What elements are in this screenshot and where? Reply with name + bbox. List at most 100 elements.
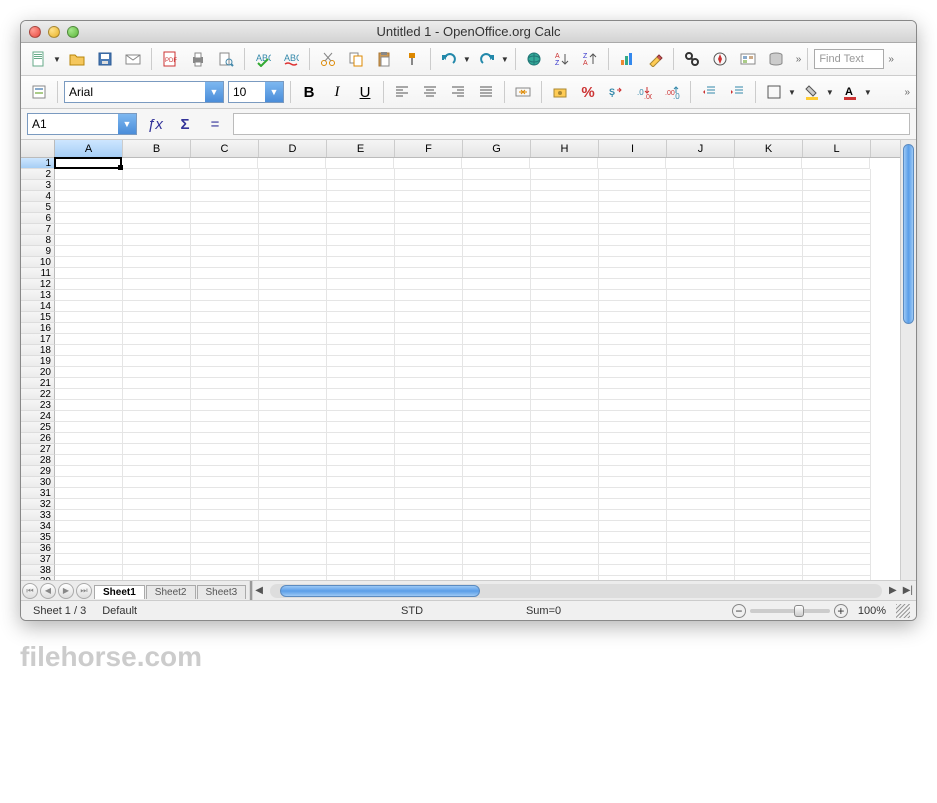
align-right-button[interactable]: [446, 80, 470, 104]
cell[interactable]: [123, 510, 191, 521]
cell[interactable]: [531, 180, 599, 191]
cell[interactable]: [123, 433, 191, 444]
italic-button[interactable]: I: [325, 80, 349, 104]
cell[interactable]: [463, 257, 531, 268]
cell[interactable]: [735, 411, 803, 422]
cell[interactable]: [191, 301, 259, 312]
cell[interactable]: [54, 157, 122, 169]
cell[interactable]: [463, 312, 531, 323]
cell[interactable]: [327, 488, 395, 499]
cell[interactable]: [191, 389, 259, 400]
cell[interactable]: [123, 466, 191, 477]
cell[interactable]: [395, 532, 463, 543]
row-header[interactable]: 34: [21, 521, 55, 532]
horizontal-scrollbar[interactable]: [270, 584, 882, 598]
cell[interactable]: [191, 455, 259, 466]
cell[interactable]: [803, 466, 871, 477]
zoom-slider-thumb[interactable]: [794, 605, 804, 617]
cell[interactable]: [667, 345, 735, 356]
cell[interactable]: [463, 543, 531, 554]
row-header[interactable]: 23: [21, 400, 55, 411]
row-header[interactable]: 15: [21, 312, 55, 323]
cell[interactable]: [123, 543, 191, 554]
cell[interactable]: [667, 510, 735, 521]
row-header[interactable]: 28: [21, 455, 55, 466]
cell[interactable]: [803, 202, 871, 213]
cell[interactable]: [395, 433, 463, 444]
cell[interactable]: [395, 455, 463, 466]
cell[interactable]: [735, 169, 803, 180]
cell[interactable]: [666, 158, 734, 169]
cell[interactable]: [599, 323, 667, 334]
name-box-dropdown-icon[interactable]: ▼: [118, 114, 136, 134]
cell[interactable]: [259, 488, 327, 499]
cell[interactable]: [599, 279, 667, 290]
cell[interactable]: [531, 411, 599, 422]
copy-button[interactable]: [344, 47, 368, 71]
row-header[interactable]: 1: [21, 158, 55, 169]
cell[interactable]: [463, 334, 531, 345]
align-left-button[interactable]: [390, 80, 414, 104]
cell[interactable]: [327, 246, 395, 257]
cell[interactable]: [531, 565, 599, 576]
bold-button[interactable]: B: [297, 80, 321, 104]
cell[interactable]: [531, 444, 599, 455]
cell[interactable]: [667, 235, 735, 246]
row-header[interactable]: 30: [21, 477, 55, 488]
cell[interactable]: [667, 554, 735, 565]
cell[interactable]: [599, 466, 667, 477]
styles-button[interactable]: [27, 80, 51, 104]
cell[interactable]: [463, 510, 531, 521]
cell[interactable]: [395, 378, 463, 389]
cell[interactable]: [599, 257, 667, 268]
cell[interactable]: [803, 499, 871, 510]
cell[interactable]: [327, 301, 395, 312]
cell[interactable]: [802, 158, 870, 169]
cell[interactable]: [667, 323, 735, 334]
cell[interactable]: [599, 180, 667, 191]
cell[interactable]: [735, 301, 803, 312]
cell[interactable]: [123, 488, 191, 499]
cell[interactable]: [803, 312, 871, 323]
row-header[interactable]: 25: [21, 422, 55, 433]
cell[interactable]: [123, 312, 191, 323]
show-draw-button[interactable]: [643, 47, 667, 71]
cell[interactable]: [259, 279, 327, 290]
cell[interactable]: [735, 312, 803, 323]
sort-desc-button[interactable]: ZA: [578, 47, 602, 71]
merge-cells-button[interactable]: [511, 80, 535, 104]
vscroll-thumb[interactable]: [903, 144, 914, 324]
column-header[interactable]: C: [191, 140, 259, 157]
column-header[interactable]: E: [327, 140, 395, 157]
cell[interactable]: [531, 290, 599, 301]
cell[interactable]: [259, 400, 327, 411]
cell[interactable]: [599, 400, 667, 411]
cell[interactable]: [395, 323, 463, 334]
cell[interactable]: [123, 444, 191, 455]
save-button[interactable]: [93, 47, 117, 71]
undo-dropdown-icon[interactable]: ▼: [463, 55, 471, 64]
cell[interactable]: [55, 400, 123, 411]
cell[interactable]: [531, 499, 599, 510]
cell[interactable]: [599, 444, 667, 455]
cell[interactable]: [191, 510, 259, 521]
cell[interactable]: [395, 345, 463, 356]
export-pdf-button[interactable]: PDF: [158, 47, 182, 71]
paste-button[interactable]: [372, 47, 396, 71]
cell[interactable]: [531, 389, 599, 400]
preview-button[interactable]: [214, 47, 238, 71]
last-sheet-button[interactable]: ⏭: [76, 583, 92, 599]
cell[interactable]: [191, 576, 259, 580]
cell[interactable]: [395, 224, 463, 235]
email-button[interactable]: [121, 47, 145, 71]
cell[interactable]: [191, 477, 259, 488]
cell[interactable]: [530, 158, 598, 169]
cell[interactable]: [735, 532, 803, 543]
cell[interactable]: [667, 543, 735, 554]
cell[interactable]: [599, 345, 667, 356]
cell[interactable]: [531, 191, 599, 202]
cell[interactable]: [191, 224, 259, 235]
cell[interactable]: [667, 422, 735, 433]
new-button[interactable]: [27, 47, 51, 71]
redo-dropdown-icon[interactable]: ▼: [501, 55, 509, 64]
